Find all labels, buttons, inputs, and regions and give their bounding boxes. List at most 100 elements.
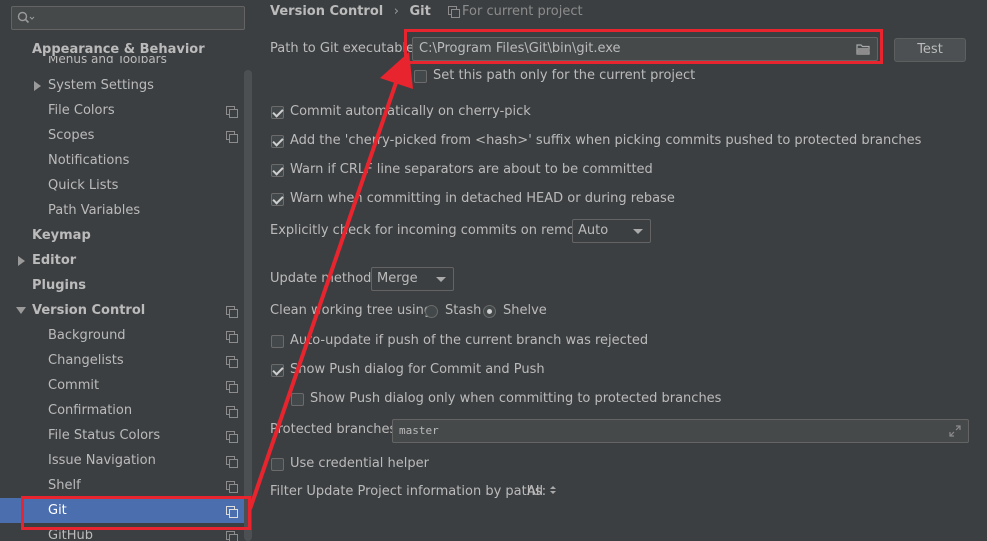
- project-scope-icon: [226, 306, 238, 318]
- project-scope-icon: [226, 481, 238, 493]
- scope-note: For current project: [448, 4, 583, 19]
- sidebar-item-label: Appearance & Behavior: [32, 42, 205, 57]
- sidebar-item-file-status-colors[interactable]: File Status Colors: [0, 423, 244, 448]
- sidebar-item-quick-lists[interactable]: Quick Lists: [0, 173, 244, 198]
- git-path-label: Path to Git executable:: [270, 41, 419, 56]
- warn-crlf-checkbox[interactable]: [271, 164, 284, 177]
- filter-update-value: All: [527, 484, 544, 499]
- chevron-down-icon: [436, 277, 446, 282]
- sidebar-item-label: File Colors: [48, 103, 115, 118]
- sidebar-item-label: Keymap: [32, 228, 91, 243]
- sidebar-item-scopes[interactable]: Scopes: [0, 123, 244, 148]
- incoming-commits-label: Explicitly check for incoming commits on…: [270, 223, 600, 238]
- commit-cherry-pick-label: Commit automatically on cherry-pick: [290, 104, 531, 119]
- shelve-label: Shelve: [503, 303, 547, 318]
- git-settings-panel: Version Control › Git For current projec…: [252, 0, 987, 541]
- sidebar-item-issue-navigation[interactable]: Issue Navigation: [0, 448, 244, 473]
- sidebar-item-label: Issue Navigation: [48, 453, 156, 468]
- warn-detached-checkbox[interactable]: [271, 193, 284, 206]
- protected-branches-label: Protected branches:: [270, 422, 401, 437]
- sidebar-item-label: Confirmation: [48, 403, 133, 418]
- sidebar-item-label: Version Control: [32, 303, 146, 318]
- warn-crlf-label: Warn if CRLF line separators are about t…: [290, 162, 653, 177]
- search-icon: [17, 11, 35, 24]
- project-scope-icon: [226, 406, 238, 418]
- clean-tree-label: Clean working tree using:: [270, 303, 437, 318]
- incoming-commits-select[interactable]: Auto: [572, 219, 651, 243]
- project-scope-icon: [226, 331, 238, 343]
- sidebar-item-system-settings[interactable]: System Settings: [0, 73, 244, 98]
- sidebar-item-label: Quick Lists: [48, 178, 119, 193]
- credential-helper-label: Use credential helper: [290, 456, 429, 471]
- sidebar-item-keymap[interactable]: Keymap: [0, 223, 244, 248]
- auto-update-checkbox[interactable]: [271, 335, 284, 348]
- annotation-box-path: [404, 29, 883, 64]
- update-method-label: Update method:: [270, 271, 376, 286]
- filter-update-label: Filter Update Project information by pat…: [270, 484, 547, 499]
- filter-update-select[interactable]: All: [527, 484, 557, 499]
- protected-branches-field[interactable]: master: [392, 419, 969, 443]
- auto-update-label: Auto-update if push of the current branc…: [290, 333, 649, 348]
- sidebar-item-plugins[interactable]: Plugins: [0, 273, 244, 298]
- sidebar-item-notifications[interactable]: Notifications: [0, 148, 244, 173]
- sidebar-item-label: Shelf: [48, 478, 81, 493]
- stash-label: Stash: [445, 303, 482, 318]
- warn-detached-label: Warn when committing in detached HEAD or…: [290, 191, 675, 206]
- chevron-down-icon: [633, 229, 643, 234]
- update-method-select[interactable]: Merge: [371, 267, 454, 291]
- current-project-label: Set this path only for the current proje…: [433, 68, 696, 83]
- sidebar-scrollbar[interactable]: [244, 70, 252, 541]
- sidebar-item-label: Editor: [32, 253, 77, 268]
- breadcrumb: Version Control › Git: [270, 4, 431, 19]
- show-push-protected-label: Show Push dialog only when committing to…: [310, 391, 722, 406]
- expand-icon[interactable]: [949, 425, 961, 437]
- sidebar-item-label: Changelists: [48, 353, 124, 368]
- project-scope-icon: [226, 131, 238, 143]
- sidebar-item-changelists[interactable]: Changelists: [0, 348, 244, 373]
- sidebar-item-appearance[interactable]: Appearance & Behavior: [0, 37, 244, 62]
- sidebar-item-label: File Status Colors: [48, 428, 161, 443]
- show-push-label: Show Push dialog for Commit and Push: [290, 362, 545, 377]
- cherry-suffix-label: Add the 'cherry-picked from <hash>' suff…: [290, 133, 922, 148]
- chevron-down-icon[interactable]: [16, 307, 26, 314]
- settings-sidebar: Menus and Toolbars Appearance & Behavior…: [0, 0, 252, 541]
- project-scope-icon: [226, 456, 238, 468]
- stash-radio[interactable]: [425, 305, 438, 318]
- shelve-radio[interactable]: [483, 305, 496, 318]
- sidebar-item-path-variables[interactable]: Path Variables: [0, 198, 244, 223]
- sidebar-item-label: System Settings: [48, 78, 154, 93]
- sidebar-item-shelf[interactable]: Shelf: [0, 473, 244, 498]
- breadcrumb-git: Git: [409, 4, 431, 19]
- chevron-right-icon[interactable]: [34, 81, 41, 91]
- sidebar-item-commit[interactable]: Commit: [0, 373, 244, 398]
- breadcrumb-separator: ›: [393, 4, 399, 19]
- sidebar-item-editor[interactable]: Editor: [0, 248, 244, 273]
- sidebar-item-label: Path Variables: [48, 203, 141, 218]
- annotation-box-git: [21, 496, 251, 530]
- sidebar-item-background[interactable]: Background: [0, 323, 244, 348]
- sidebar-item-version-control[interactable]: Version Control: [0, 298, 244, 323]
- sidebar-item-file-colors[interactable]: File Colors: [0, 98, 244, 123]
- project-scope-icon: [226, 381, 238, 393]
- sidebar-item-confirmation[interactable]: Confirmation: [0, 398, 244, 423]
- cherry-suffix-checkbox[interactable]: [271, 135, 284, 148]
- update-method-value: Merge: [377, 271, 418, 286]
- current-project-checkbox[interactable]: [414, 70, 427, 83]
- sidebar-item-label: Scopes: [48, 128, 95, 143]
- project-scope-icon: [448, 6, 460, 18]
- project-scope-icon: [226, 431, 238, 443]
- credential-helper-checkbox[interactable]: [271, 458, 284, 471]
- test-button[interactable]: Test: [894, 38, 966, 62]
- breadcrumb-version-control[interactable]: Version Control: [270, 4, 383, 19]
- project-scope-icon: [226, 531, 238, 541]
- settings-search-input[interactable]: [11, 6, 245, 30]
- sidebar-item-label: Commit: [48, 378, 100, 393]
- project-scope-icon: [226, 356, 238, 368]
- chevron-right-icon[interactable]: [18, 256, 25, 266]
- project-scope-icon: [226, 106, 238, 118]
- show-push-checkbox[interactable]: [271, 364, 284, 377]
- commit-cherry-pick-checkbox[interactable]: [271, 106, 284, 119]
- show-push-protected-checkbox[interactable]: [291, 393, 304, 406]
- incoming-commits-value: Auto: [578, 223, 609, 238]
- updown-arrows-icon: [550, 486, 557, 494]
